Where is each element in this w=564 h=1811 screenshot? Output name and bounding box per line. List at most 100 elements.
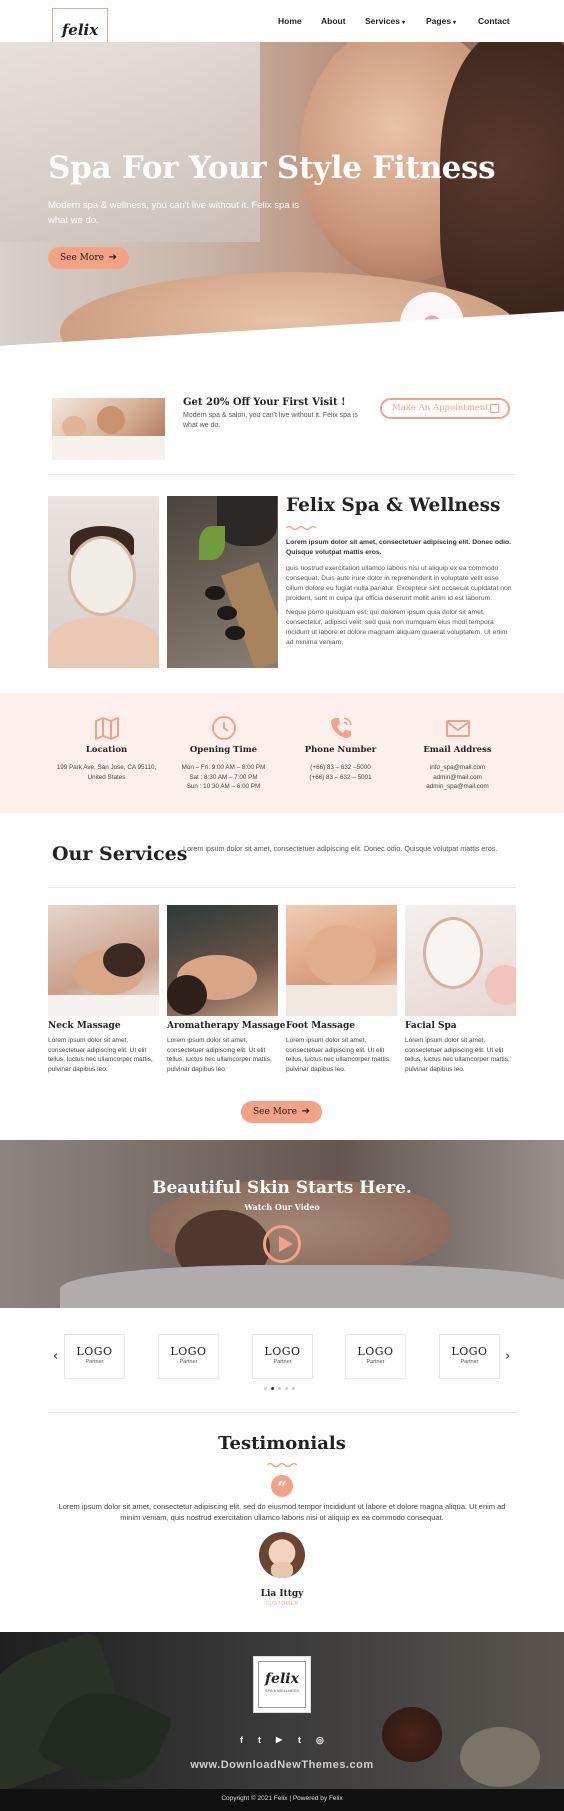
contact-info-band: Location 199 Park Ave, San Jose, CA 9511… (0, 693, 564, 813)
arrow-right-icon: ➔ (301, 1106, 310, 1117)
clock-icon (211, 716, 236, 740)
arrow-right-icon: ➔ (108, 252, 117, 263)
about-image-leaf (199, 526, 225, 560)
partner-label: Partner (460, 1359, 479, 1365)
info-title: Email Address (423, 745, 492, 755)
offer-image (52, 398, 165, 460)
offer-image-person (97, 406, 125, 434)
offer-text: Modern spa & salon, you can't live witho… (183, 412, 358, 429)
service-image-shape (286, 985, 397, 1016)
divider (48, 474, 516, 475)
tumblr-icon[interactable]: t (298, 1735, 301, 1745)
nav-home[interactable]: Home (278, 16, 302, 26)
services-heading: Our Services (52, 843, 188, 865)
make-appointment-button[interactable]: Make An Appointment (380, 398, 510, 419)
footer-logo-wordmark: felix (265, 1671, 299, 1687)
service-image-facial-spa (405, 905, 516, 1016)
hero-button-label: See More (60, 253, 104, 263)
service-image-shape (103, 943, 145, 977)
hero-see-more-button[interactable]: See More ➔ (48, 247, 129, 269)
service-title: Facial Spa (405, 1021, 457, 1031)
service-text: Lorem ipsum dolor sit amet, consectetuer… (167, 1037, 272, 1073)
carousel-dot[interactable] (285, 1387, 288, 1390)
partner-logo[interactable]: LOGO Partner (345, 1334, 406, 1379)
map-icon (94, 717, 119, 740)
carousel-dot[interactable] (278, 1387, 281, 1390)
chevron-down-icon: ▾ (401, 20, 405, 26)
carousel-dot[interactable] (264, 1387, 267, 1390)
services-intro: Lorem ipsum dolor sit amet, consectetuer… (183, 844, 498, 853)
wave-divider-icon (286, 525, 316, 530)
about-image-stone (217, 606, 237, 620)
service-image-shape (485, 965, 516, 1005)
hero-subtitle: Modern spa & wellness, you can't live wi… (48, 200, 300, 226)
about-image-stone (205, 586, 225, 600)
quote-icon: “ (271, 1475, 293, 1498)
instagram-icon[interactable]: ◎ (316, 1735, 324, 1746)
partner-logo[interactable]: LOGO Partner (439, 1334, 500, 1379)
about-image-body (48, 616, 159, 668)
footer-tray-image (460, 1727, 540, 1787)
logo-wordmark: felix (61, 21, 99, 39)
about-image-stones (167, 496, 278, 668)
info-line: info_spa@mail.com (429, 764, 486, 771)
info-line: 199 Park Ave, San Jose, CA 95110, (56, 764, 157, 771)
offer-title: Get 20% Off Your First Visit ! (183, 397, 346, 408)
info-title: Phone Number (304, 745, 377, 755)
carousel-dot[interactable] (292, 1387, 295, 1390)
service-text: Lorem ipsum dolor sit amet, consectetuer… (405, 1037, 510, 1073)
about-paragraph-1: quis nostrud exercitation ullamco labori… (286, 565, 512, 602)
carousel-dot-active[interactable] (271, 1387, 274, 1390)
services-see-more-button[interactable]: See More ➔ (241, 1101, 322, 1123)
testimonials-title: Testimonials (218, 1433, 346, 1454)
partner-logo[interactable]: LOGO Partner (158, 1334, 219, 1379)
footer-logo[interactable]: felix SPA & WELLNESS (253, 1656, 311, 1713)
service-text: Lorem ipsum dolor sit amet, consectetuer… (48, 1037, 153, 1073)
info-title: Location (85, 745, 128, 755)
site-header: felix SPA & WELLNESS Home About Services… (0, 0, 564, 62)
service-image-shape (167, 975, 207, 1015)
about-image-stone (225, 626, 245, 640)
about-image-pot (217, 496, 277, 546)
service-text: Lorem ipsum dolor sit amet, consectetuer… (286, 1037, 391, 1073)
youtube-icon[interactable]: ▶ (276, 1735, 282, 1744)
calendar-icon (490, 404, 499, 413)
nav-services-label: Services (365, 16, 400, 26)
play-icon[interactable] (263, 1225, 301, 1263)
info-line: Sun : 10:30 AM – 6:00 PM (186, 783, 261, 790)
nav-pages[interactable]: Pages ▾ (426, 16, 456, 26)
facebook-icon[interactable]: f (240, 1735, 243, 1745)
twitter-icon[interactable]: t (258, 1735, 261, 1745)
nav-about[interactable]: About (321, 16, 346, 26)
hero-title: Spa For Your Style Fitness (48, 150, 496, 186)
partner-logo[interactable]: LOGO Partner (64, 1334, 125, 1379)
service-image-neck-massage (48, 905, 159, 1016)
testimonial-text: Lorem ipsum dolor sit amet, consectetur … (58, 1502, 506, 1522)
service-title: Aromatherapy Massage (167, 1021, 286, 1031)
service-image-aromatherapy (167, 905, 278, 1016)
partner-logo[interactable]: LOGO Partner (252, 1334, 313, 1379)
footer-logo-tagline: SPA & WELLNESS (264, 1688, 300, 1693)
about-image-face (68, 536, 136, 616)
info-line: United States (87, 773, 126, 781)
info-text: (+66) 83 – 632 –5000 (+66) 83 – 632 – 50… (278, 763, 403, 782)
info-line: Mon – Fri: 9:00 AM – 8:00 PM (181, 764, 266, 771)
info-line: admin@mail.com (433, 773, 482, 781)
info-text: Mon – Fri: 9:00 AM – 8:00 PM Sat : 8:30 … (161, 763, 286, 792)
chevron-right-icon[interactable]: › (505, 1349, 510, 1364)
phone-icon (330, 717, 352, 738)
service-image-shape (48, 995, 159, 1016)
service-image-shape (423, 917, 483, 989)
info-line: Sat : 8:30 AM – 7:00 PM (189, 773, 258, 781)
nav-services[interactable]: Services ▾ (365, 16, 405, 26)
offer-image-towel (52, 436, 165, 460)
wave-divider-icon (267, 1462, 297, 1467)
info-title: Opening Time (189, 745, 258, 755)
video-banner: Beautiful Skin Starts Here. Watch Our Vi… (0, 1140, 564, 1308)
avatar (259, 1532, 305, 1578)
nav-contact[interactable]: Contact (478, 16, 510, 26)
footer-bowl-image (382, 1707, 442, 1762)
avatar-shoulders (271, 1562, 293, 1578)
nav-pages-label: Pages (426, 16, 452, 26)
chevron-left-icon[interactable]: ‹ (53, 1349, 58, 1364)
